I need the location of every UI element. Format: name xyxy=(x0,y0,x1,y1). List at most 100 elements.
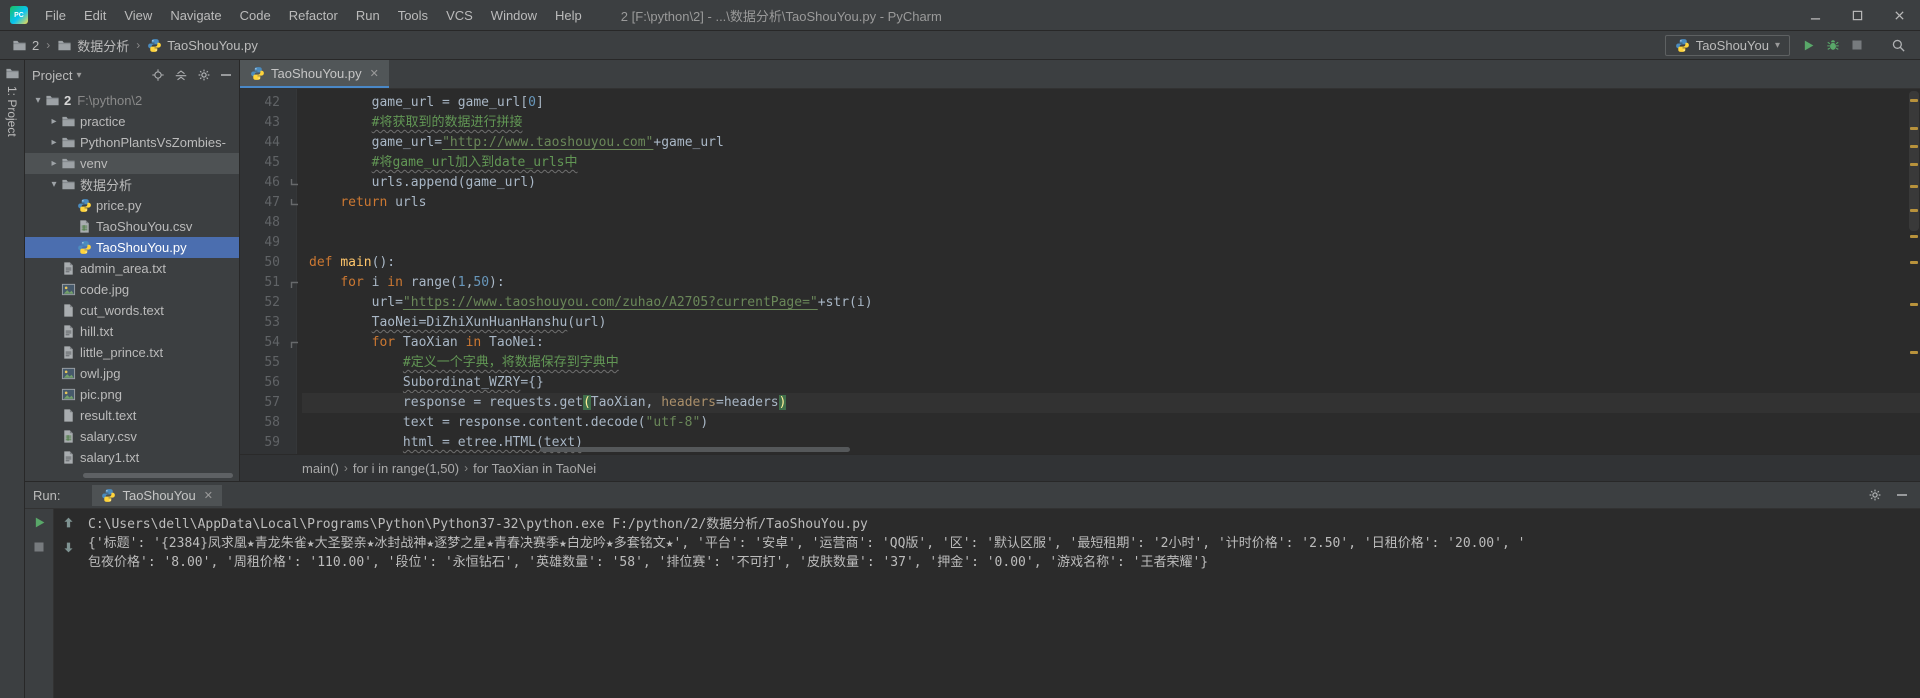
menu-file[interactable]: File xyxy=(36,1,75,30)
stop-button[interactable] xyxy=(1851,39,1863,51)
project-item-practice[interactable]: ▸ practice xyxy=(25,111,239,132)
close-window-button[interactable] xyxy=(1878,0,1920,30)
stop-process-button[interactable] xyxy=(33,541,45,553)
editor-breadcrumb[interactable]: for TaoXian in TaoNei xyxy=(473,461,596,476)
code-line-57[interactable]: 57 response = requests.get(TaoXian, head… xyxy=(240,393,1920,413)
menu-refactor[interactable]: Refactor xyxy=(280,1,347,30)
hide-run-panel-button[interactable] xyxy=(1896,489,1908,501)
project-tool-window-button[interactable]: 1: Project xyxy=(5,86,19,137)
code-line-43[interactable]: 43 #将获取到的数据进行拼接 xyxy=(240,113,1920,133)
minimize-window-button[interactable] xyxy=(1794,0,1836,30)
warning-stripe-mark[interactable] xyxy=(1910,99,1918,102)
close-run-tab-icon[interactable]: ✕ xyxy=(204,489,213,502)
fold-marker-icon[interactable] xyxy=(286,193,302,213)
project-horizontal-scrollbar[interactable] xyxy=(83,473,233,478)
menu-vcs[interactable]: VCS xyxy=(437,1,482,30)
project-item-数据分析[interactable]: ▾ 数据分析 xyxy=(25,174,239,195)
expander-down-icon[interactable]: ▾ xyxy=(31,95,45,106)
project-item-admin_area.txt[interactable]: admin_area.txt xyxy=(25,258,239,279)
project-item-little_prince.txt[interactable]: little_prince.txt xyxy=(25,342,239,363)
code-editor[interactable]: 42 game_url = game_url[0] 43 #将获取到的数据进行拼接… xyxy=(240,89,1920,454)
warning-stripe-mark[interactable] xyxy=(1910,303,1918,306)
editor-error-stripe[interactable] xyxy=(1907,89,1920,454)
locate-file-button[interactable] xyxy=(151,68,165,82)
project-item-hill.txt[interactable]: hill.txt xyxy=(25,321,239,342)
project-item-TaoShouYou.py[interactable]: TaoShouYou.py xyxy=(25,237,239,258)
expander-right-icon[interactable]: ▸ xyxy=(47,137,61,148)
close-tab-icon[interactable]: ✕ xyxy=(370,67,379,80)
warning-stripe-mark[interactable] xyxy=(1910,163,1918,166)
fold-marker-icon[interactable] xyxy=(286,273,302,293)
maximize-window-button[interactable] xyxy=(1836,0,1878,30)
menu-edit[interactable]: Edit xyxy=(75,1,115,30)
down-stack-trace-button[interactable] xyxy=(62,541,75,554)
menu-window[interactable]: Window xyxy=(482,1,546,30)
fold-marker-icon[interactable] xyxy=(286,333,302,353)
code-line-58[interactable]: 58 text = response.content.decode("utf-8… xyxy=(240,413,1920,433)
warning-stripe-mark[interactable] xyxy=(1910,127,1918,130)
project-panel-title[interactable]: Project xyxy=(32,68,72,83)
fold-marker-icon[interactable] xyxy=(286,173,302,193)
search-everywhere-icon[interactable] xyxy=(1891,38,1906,53)
code-line-49[interactable]: 49 xyxy=(240,233,1920,253)
code-line-46[interactable]: 46 urls.append(game_url) xyxy=(240,173,1920,193)
editor-tab-taoshouyou[interactable]: TaoShouYou.py ✕ xyxy=(240,60,389,88)
project-tool-window-icon[interactable] xyxy=(5,66,20,81)
project-item-TaoShouYou.csv[interactable]: TaoShouYou.csv xyxy=(25,216,239,237)
up-stack-trace-button[interactable] xyxy=(62,516,75,529)
run-tab-taoshouyou[interactable]: TaoShouYou ✕ xyxy=(92,484,222,506)
warning-stripe-mark[interactable] xyxy=(1910,209,1918,212)
nav-breadcrumb-2[interactable]: 2 xyxy=(10,38,41,53)
code-line-56[interactable]: 56 Subordinat_WZRY={} xyxy=(240,373,1920,393)
expander-right-icon[interactable]: ▸ xyxy=(47,116,61,127)
nav-breadcrumb-数据分析[interactable]: 数据分析 xyxy=(55,36,131,55)
debug-button[interactable] xyxy=(1826,38,1840,52)
code-line-55[interactable]: 55 #定义一个字典，将数据保存到字典中 xyxy=(240,353,1920,373)
menu-tools[interactable]: Tools xyxy=(389,1,437,30)
nav-breadcrumb-TaoShouYou.py[interactable]: TaoShouYou.py xyxy=(145,38,260,53)
menu-navigate[interactable]: Navigate xyxy=(161,1,230,30)
expander-down-icon[interactable]: ▾ xyxy=(47,179,61,190)
code-line-45[interactable]: 45 #将game_url加入到date_urls中 xyxy=(240,153,1920,173)
code-line-51[interactable]: 51 for i in range(1,50): xyxy=(240,273,1920,293)
run-button[interactable] xyxy=(1802,39,1815,52)
project-item-result.text[interactable]: result.text xyxy=(25,405,239,426)
code-line-53[interactable]: 53 TaoNei=DiZhiXunHuanHanshu(url) xyxy=(240,313,1920,333)
project-item-venv[interactable]: ▸ venv xyxy=(25,153,239,174)
menu-code[interactable]: Code xyxy=(231,1,280,30)
code-line-47[interactable]: 47 return urls xyxy=(240,193,1920,213)
warning-stripe-mark[interactable] xyxy=(1910,235,1918,238)
project-item-salary.csv[interactable]: salary.csv xyxy=(25,426,239,447)
code-line-42[interactable]: 42 game_url = game_url[0] xyxy=(240,93,1920,113)
editor-horizontal-scrollbar[interactable] xyxy=(540,447,850,452)
editor-breadcrumb[interactable]: for i in range(1,50) xyxy=(353,461,459,476)
code-line-48[interactable]: 48 xyxy=(240,213,1920,233)
chevron-down-icon[interactable]: ▾ xyxy=(76,70,81,81)
editor-breadcrumb[interactable]: main() xyxy=(302,461,339,476)
project-item-cut_words.text[interactable]: cut_words.text xyxy=(25,300,239,321)
warning-stripe-mark[interactable] xyxy=(1910,145,1918,148)
hide-panel-button[interactable] xyxy=(220,69,232,81)
menu-help[interactable]: Help xyxy=(546,1,591,30)
rerun-button[interactable] xyxy=(33,516,46,529)
menu-run[interactable]: Run xyxy=(347,1,389,30)
code-line-44[interactable]: 44 game_url="http://www.taoshouyou.com"+… xyxy=(240,133,1920,153)
run-settings-button[interactable] xyxy=(1868,488,1882,502)
project-item-pic.png[interactable]: pic.png xyxy=(25,384,239,405)
project-item-price.py[interactable]: price.py xyxy=(25,195,239,216)
code-line-50[interactable]: 50 def main(): xyxy=(240,253,1920,273)
code-line-54[interactable]: 54 for TaoXian in TaoNei: xyxy=(240,333,1920,353)
project-item-2[interactable]: ▾ 2 F:\python\2 xyxy=(25,90,239,111)
warning-stripe-mark[interactable] xyxy=(1910,261,1918,264)
warning-stripe-mark[interactable] xyxy=(1910,185,1918,188)
code-line-52[interactable]: 52 url="https://www.taoshouyou.com/zuhao… xyxy=(240,293,1920,313)
warning-stripe-mark[interactable] xyxy=(1910,351,1918,354)
collapse-all-button[interactable] xyxy=(174,68,188,82)
code-line-59[interactable]: 59 html = etree.HTML(text) xyxy=(240,433,1920,453)
project-item-PythonPlantsVsZombies-[interactable]: ▸ PythonPlantsVsZombies- xyxy=(25,132,239,153)
console-output[interactable]: C:\Users\dell\AppData\Local\Programs\Pyt… xyxy=(82,509,1920,698)
project-item-code.jpg[interactable]: code.jpg xyxy=(25,279,239,300)
menu-view[interactable]: View xyxy=(115,1,161,30)
panel-settings-button[interactable] xyxy=(197,68,211,82)
expander-right-icon[interactable]: ▸ xyxy=(47,158,61,169)
